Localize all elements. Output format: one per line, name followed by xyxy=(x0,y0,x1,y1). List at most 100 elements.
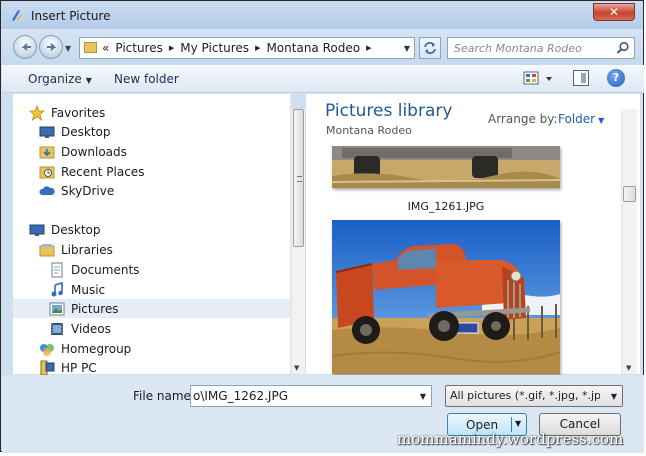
search-input[interactable] xyxy=(454,40,614,56)
navigation-scrollbar[interactable]: ▼ xyxy=(291,109,305,374)
chevron-down-icon: ▼ xyxy=(598,116,605,125)
tree-item-label: Homegroup xyxy=(61,341,132,356)
scrollbar-thumb[interactable] xyxy=(293,109,304,247)
arrange-by-label: Arrange by: xyxy=(488,112,558,126)
library-subtitle: Montana Rodeo xyxy=(326,124,412,137)
tree-item-label: Recent Places xyxy=(61,164,145,179)
tree-item-videos[interactable]: Videos xyxy=(49,319,111,338)
file-type-value: All pictures (*.gif, *.jpg, *.jpeg, * xyxy=(450,389,600,402)
tree-item-label: HP PC xyxy=(61,360,97,375)
downloads-folder-icon xyxy=(39,146,55,158)
chevron-right-icon[interactable]: ▶ xyxy=(366,44,371,52)
open-options-dropdown-icon[interactable]: ▼ xyxy=(515,419,521,428)
file-name-field[interactable]: o\IMG_1262.JPG ▼ xyxy=(190,385,432,407)
watermark-text: mommamindy.wordpress.com xyxy=(397,430,624,448)
tree-item-label: Downloads xyxy=(61,144,127,159)
documents-icon xyxy=(51,262,63,277)
help-button[interactable]: ? xyxy=(607,69,625,87)
tree-item-desktop[interactable]: Desktop xyxy=(29,220,101,239)
file-name-label: File name: xyxy=(133,389,195,403)
back-button[interactable] xyxy=(13,35,37,59)
word-app-icon xyxy=(12,10,22,21)
address-bar[interactable]: « Pictures ▶ My Pictures ▶ Montana Rodeo… xyxy=(79,37,415,59)
navigation-row: ▼ « Pictures ▶ My Pictures ▶ Montana Rod… xyxy=(1,29,643,65)
window-title: Insert Picture xyxy=(31,9,111,23)
tree-item-homegroup[interactable]: Homegroup xyxy=(39,339,131,358)
scroll-down-icon[interactable]: ▼ xyxy=(626,364,631,372)
tree-item-favorites[interactable]: Favorites xyxy=(29,103,105,122)
tree-item-libraries[interactable]: Libraries xyxy=(39,240,113,259)
tree-item-music[interactable]: Music xyxy=(49,280,105,299)
file-name-value[interactable]: o\IMG_1262.JPG xyxy=(193,389,288,403)
computer-icon xyxy=(40,360,55,375)
organize-label: Organize xyxy=(28,72,82,86)
forward-arrow-icon xyxy=(47,43,57,51)
close-button[interactable]: ✕ xyxy=(593,3,635,21)
tree-item-downloads[interactable]: Downloads xyxy=(39,142,127,161)
breadcrumb: « Pictures ▶ My Pictures ▶ Montana Rodeo… xyxy=(102,41,371,55)
tree-item-label: Desktop xyxy=(61,124,111,139)
scrollbar-thumb[interactable] xyxy=(623,186,636,202)
navigation-pane: Favorites Desktop Downloads Recent Place… xyxy=(13,94,291,375)
skydrive-cloud-icon xyxy=(39,185,55,195)
tree-item-label: Music xyxy=(71,282,106,297)
desktop-icon xyxy=(39,126,55,138)
arrange-by-dropdown[interactable]: Folder ▼ xyxy=(558,112,604,126)
chevron-down-icon: ▼ xyxy=(85,76,92,85)
recent-pages-dropdown-icon[interactable]: ▼ xyxy=(65,44,71,53)
tree-item-pictures[interactable]: Pictures xyxy=(13,299,290,318)
file-name-label[interactable]: IMG_1261.JPG xyxy=(332,200,560,213)
music-note-icon xyxy=(51,281,63,296)
tree-item-label: Favorites xyxy=(51,105,106,120)
refresh-button[interactable] xyxy=(419,37,441,59)
tree-item-label: Documents xyxy=(71,262,140,277)
red-truck-photo-thumbnail xyxy=(332,220,560,374)
tree-item-label: Desktop xyxy=(51,222,101,237)
breadcrumb-pictures[interactable]: Pictures xyxy=(115,41,163,55)
scroll-down-icon[interactable]: ▼ xyxy=(294,364,299,372)
search-box[interactable] xyxy=(447,37,635,59)
chevron-right-icon[interactable]: ▶ xyxy=(169,44,174,52)
chevron-down-icon[interactable]: ▼ xyxy=(420,392,426,401)
file-thumbnail[interactable] xyxy=(332,146,560,188)
breadcrumb-montana-rodeo[interactable]: Montana Rodeo xyxy=(266,41,360,55)
preview-pane-button[interactable] xyxy=(573,70,589,86)
dialog-window: Insert Picture ✕ ▼ « Pictures ▶ My Pictu… xyxy=(0,0,644,453)
tree-item-desktop-favorite[interactable]: Desktop xyxy=(39,122,111,141)
title-bar: Insert Picture ✕ xyxy=(1,1,643,29)
libraries-icon xyxy=(39,243,55,256)
file-thumbnail-selected[interactable] xyxy=(332,220,560,374)
tree-item-skydrive[interactable]: SkyDrive xyxy=(39,181,114,200)
breadcrumb-my-pictures[interactable]: My Pictures xyxy=(180,41,249,55)
truck-photo-thumbnail xyxy=(332,146,560,188)
refresh-icon xyxy=(424,42,436,54)
arrange-by-value: Folder xyxy=(558,112,596,126)
recent-places-icon xyxy=(39,166,55,178)
file-type-filter[interactable]: All pictures (*.gif, *.jpg, *.jpeg, * ▼ xyxy=(445,385,623,407)
desktop-icon xyxy=(29,224,45,236)
chevron-right-icon[interactable]: ▶ xyxy=(255,44,260,52)
address-dropdown-icon[interactable]: ▼ xyxy=(404,44,410,53)
tree-item-label: Pictures xyxy=(71,301,119,316)
tree-item-label: Videos xyxy=(71,321,111,336)
star-icon xyxy=(29,104,45,121)
tree-item-recent-places[interactable]: Recent Places xyxy=(39,162,144,181)
folder-icon xyxy=(84,42,97,53)
file-list-scrollbar[interactable]: ▼ xyxy=(621,109,637,374)
tree-item-label: Libraries xyxy=(61,242,113,257)
change-view-button[interactable] xyxy=(522,70,556,88)
breadcrumb-overflow[interactable]: « xyxy=(102,41,109,55)
back-arrow-icon xyxy=(21,43,31,51)
pictures-icon xyxy=(49,302,65,315)
library-title: Pictures library xyxy=(325,101,453,121)
forward-button[interactable] xyxy=(39,35,63,59)
new-folder-button[interactable]: New folder xyxy=(114,72,179,86)
organize-button[interactable]: Organize ▼ xyxy=(28,72,92,86)
chevron-down-icon[interactable]: ▼ xyxy=(611,392,617,401)
videos-film-icon xyxy=(51,322,63,335)
tree-item-documents[interactable]: Documents xyxy=(49,260,139,279)
file-list-pane: Pictures library Montana Rodeo Arrange b… xyxy=(306,94,640,374)
tree-item-label: SkyDrive xyxy=(61,183,115,198)
homegroup-icon xyxy=(40,343,54,356)
search-icon[interactable] xyxy=(616,41,630,55)
